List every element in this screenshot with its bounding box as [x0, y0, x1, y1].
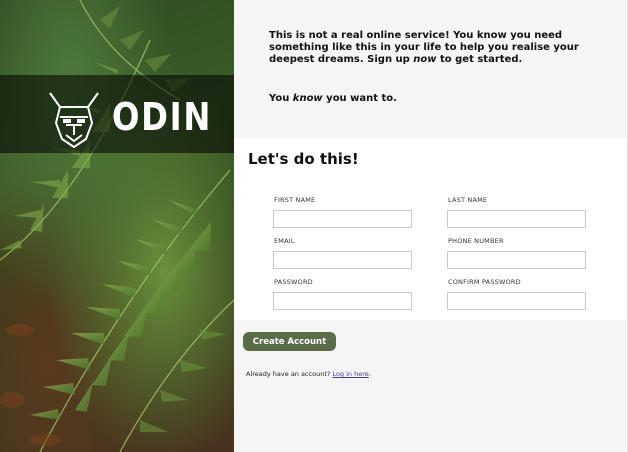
confirm-password-label: CONFIRM PASSWORD [448, 278, 521, 286]
first-name-label: FIRST NAME [274, 196, 316, 204]
email-label: EMAIL [274, 237, 295, 245]
intro-text-part: You [269, 93, 293, 104]
intro-emphasis: know [292, 93, 323, 104]
login-link[interactable]: Log in here [332, 370, 368, 378]
hero-background: ODIN [0, 0, 234, 452]
password-label: PASSWORD [274, 278, 313, 286]
intro-text-part: you want to. [322, 93, 397, 104]
brand-name: ODIN [112, 95, 213, 139]
email-input[interactable] [273, 251, 412, 269]
phone-label: PHONE NUMBER [448, 237, 504, 245]
last-name-input[interactable] [447, 210, 586, 228]
signup-form: Let's do this! FIRST NAME LAST NAME EMAI… [234, 138, 628, 320]
logo-band: ODIN [0, 75, 234, 153]
signup-panel: This is not a real online service! You k… [234, 0, 628, 452]
phone-input[interactable] [447, 251, 586, 269]
intro-emphasis: now [413, 54, 437, 65]
form-title: Let's do this! [248, 150, 359, 168]
fern-background-image [0, 0, 234, 452]
confirm-password-input[interactable] [447, 292, 586, 310]
password-input[interactable] [273, 292, 412, 310]
login-prompt: Already have an account? Log in here. [246, 370, 371, 378]
first-name-input[interactable] [273, 210, 412, 228]
viking-helmet-icon [49, 92, 99, 148]
create-account-button[interactable]: Create Account [243, 332, 336, 351]
login-prompt-text: Already have an account? [246, 370, 333, 378]
intro-text-2: You know you want to. [269, 93, 397, 104]
intro-text-part: to get started. [436, 54, 523, 65]
login-suffix: . [368, 370, 371, 378]
intro-text: This is not a real online service! You k… [269, 30, 609, 66]
last-name-label: LAST NAME [448, 196, 488, 204]
